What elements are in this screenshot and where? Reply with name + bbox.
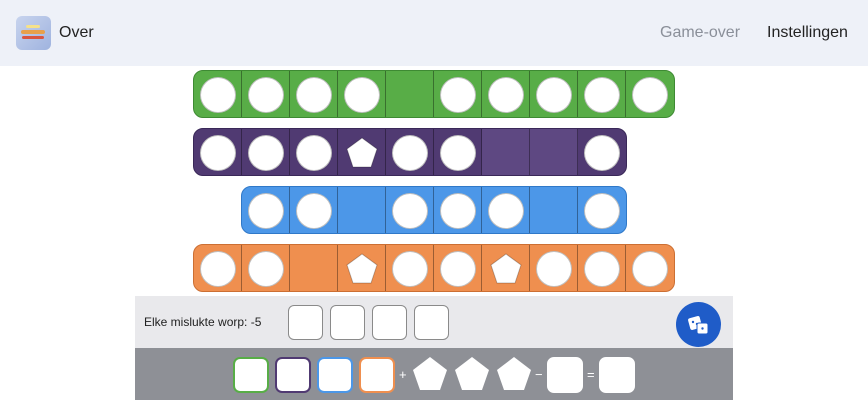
circle-icon xyxy=(632,77,668,113)
blue-score-box xyxy=(317,357,353,393)
green-row-cell[interactable] xyxy=(434,71,482,117)
blue-row-cell[interactable] xyxy=(434,187,482,233)
circle-icon xyxy=(247,135,284,171)
orange-row-cell[interactable] xyxy=(386,245,434,291)
circle-icon xyxy=(391,251,428,287)
orange-row-cell[interactable] xyxy=(482,245,530,291)
green-row-cell[interactable] xyxy=(338,71,386,117)
green-row-cell[interactable] xyxy=(290,71,338,117)
blue-row-cell[interactable] xyxy=(578,187,626,233)
fail-label: Elke mislukte worp: -5 xyxy=(144,315,262,329)
purple-score-box xyxy=(275,357,311,393)
circle-icon xyxy=(295,135,332,171)
green-row-cell[interactable] xyxy=(530,71,578,117)
circle-icon xyxy=(487,193,524,229)
circle-icon xyxy=(439,135,476,171)
circle-icon xyxy=(583,251,620,287)
orange-row xyxy=(193,244,675,292)
fail-checkbox[interactable] xyxy=(372,305,407,340)
circle-icon xyxy=(584,193,620,229)
circle-icon xyxy=(199,251,236,287)
circle-icon xyxy=(343,77,380,113)
game-over-link[interactable]: Game-over xyxy=(660,24,740,42)
penalty-score-box xyxy=(547,357,583,393)
pentagon-icon xyxy=(345,253,378,284)
circle-icon xyxy=(439,77,476,113)
blue-row-cell[interactable] xyxy=(386,187,434,233)
blue-row-cell xyxy=(530,187,578,233)
green-row-cell[interactable] xyxy=(242,71,290,117)
orange-row-cell[interactable] xyxy=(242,245,290,291)
roll-dice-button[interactable] xyxy=(676,302,721,347)
green-row-cell[interactable] xyxy=(626,71,674,117)
circle-icon xyxy=(391,193,428,229)
blue-row-cell[interactable] xyxy=(482,187,530,233)
pentagon-icon xyxy=(345,137,378,168)
blue-row-cell xyxy=(338,187,386,233)
orange-row-cell[interactable] xyxy=(530,245,578,291)
circle-icon xyxy=(247,193,284,229)
equals-sign: = xyxy=(587,367,595,382)
purple-row-cell xyxy=(530,129,578,175)
purple-row-cell[interactable] xyxy=(194,129,242,175)
orange-score-box xyxy=(359,357,395,393)
pentagon-icon xyxy=(489,253,522,284)
total-score-box xyxy=(599,357,635,393)
orange-row-cell[interactable] xyxy=(434,245,482,291)
green-score-box xyxy=(233,357,269,393)
fail-checkbox[interactable] xyxy=(330,305,365,340)
orange-row-cell[interactable] xyxy=(626,245,674,291)
circle-icon xyxy=(247,77,284,113)
green-row-cell[interactable] xyxy=(482,71,530,117)
circle-icon xyxy=(535,251,572,287)
purple-row-cell[interactable] xyxy=(434,129,482,175)
circle-icon xyxy=(439,193,476,229)
pentagon-score-icon xyxy=(497,357,531,390)
circle-icon xyxy=(199,135,236,171)
circle-icon xyxy=(487,77,524,113)
pentagon-score-icon xyxy=(413,357,447,390)
minus-sign: − xyxy=(535,367,543,382)
qwixx-logo-icon[interactable] xyxy=(16,16,51,50)
circle-icon xyxy=(199,77,236,113)
circle-icon xyxy=(439,251,476,287)
orange-row-cell[interactable] xyxy=(338,245,386,291)
circle-icon xyxy=(295,193,332,229)
purple-row-cell[interactable] xyxy=(290,129,338,175)
purple-row-cell[interactable] xyxy=(578,129,626,175)
circle-icon xyxy=(632,251,668,287)
orange-row-cell xyxy=(290,245,338,291)
green-row-cell xyxy=(386,71,434,117)
purple-row-cell xyxy=(482,129,530,175)
fail-checkbox[interactable] xyxy=(288,305,323,340)
settings-link[interactable]: Instellingen xyxy=(767,24,848,42)
green-row-cell[interactable] xyxy=(578,71,626,117)
blue-row-cell[interactable] xyxy=(242,187,290,233)
purple-row xyxy=(193,128,627,176)
fail-checkbox[interactable] xyxy=(414,305,449,340)
circle-icon xyxy=(583,77,620,113)
dice-icon xyxy=(687,315,708,334)
purple-row-cell[interactable] xyxy=(338,129,386,175)
orange-row-cell[interactable] xyxy=(578,245,626,291)
purple-row-cell[interactable] xyxy=(386,129,434,175)
plus-sign: + xyxy=(399,367,407,382)
blue-row xyxy=(241,186,627,234)
green-row xyxy=(193,70,675,118)
orange-row-cell[interactable] xyxy=(194,245,242,291)
circle-icon xyxy=(295,77,332,113)
purple-row-cell[interactable] xyxy=(242,129,290,175)
circle-icon xyxy=(584,135,620,171)
circle-icon xyxy=(247,251,284,287)
circle-icon xyxy=(535,77,572,113)
blue-row-cell[interactable] xyxy=(290,187,338,233)
circle-icon xyxy=(391,135,428,171)
green-row-cell[interactable] xyxy=(194,71,242,117)
over-link[interactable]: Over xyxy=(59,24,94,42)
pentagon-score-icon xyxy=(455,357,489,390)
top-bar: Over Game-over Instellingen xyxy=(0,0,868,66)
